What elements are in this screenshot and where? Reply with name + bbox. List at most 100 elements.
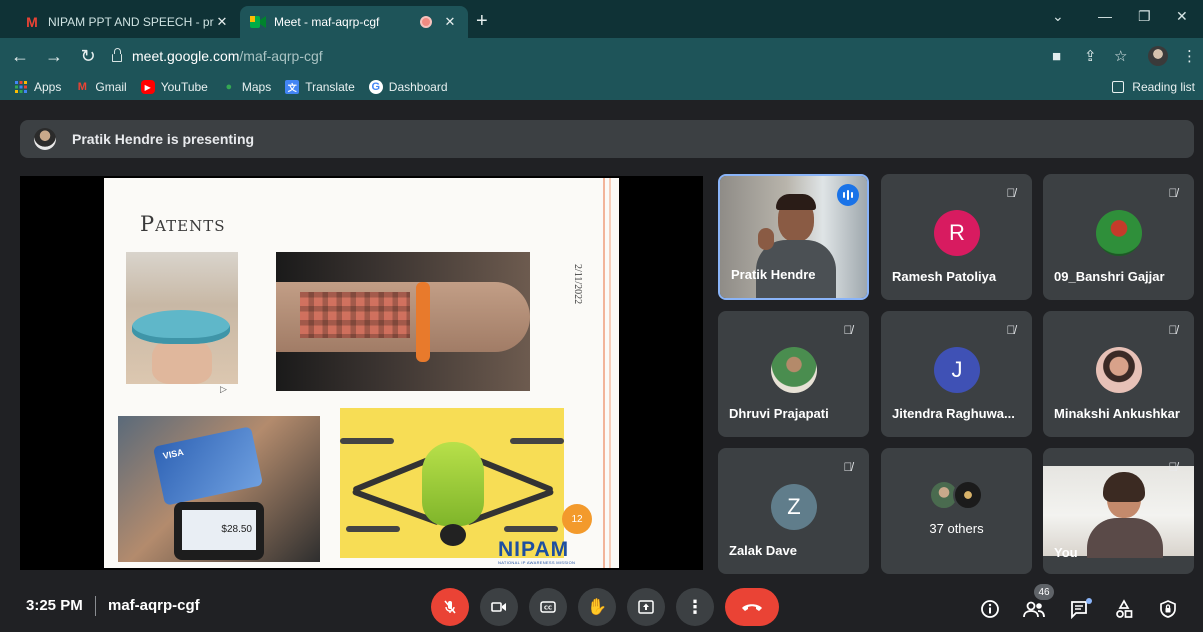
share-icon[interactable]: ⇪	[1084, 38, 1097, 74]
participant-tile-pratik[interactable]: Pratik Hendre	[718, 174, 869, 300]
bookmark-label: Dashboard	[388, 80, 448, 94]
bookmark-label: Gmail	[95, 80, 127, 94]
bookmark-gmail[interactable]: M Gmail	[75, 80, 127, 94]
mic-off-icon: 🎙̸	[1168, 323, 1178, 337]
leave-call-button[interactable]	[725, 588, 779, 626]
nipam-logo: NIPAM	[498, 538, 570, 561]
bookmark-apps[interactable]: Apps	[14, 80, 61, 94]
camera-in-use-icon[interactable]: ■	[1052, 38, 1061, 74]
bookmark-label: Apps	[34, 80, 62, 94]
activities-shapes-icon	[1116, 599, 1133, 618]
drone-propeller	[346, 526, 400, 532]
bookmark-translate[interactable]: 文 Translate	[285, 80, 355, 94]
more-options-button[interactable]: ⋮	[676, 588, 714, 626]
raise-hand-button[interactable]: ✋	[578, 588, 616, 626]
slide-number: 12	[562, 504, 592, 534]
mouse-cursor-icon: ▷	[220, 384, 227, 394]
drone-body	[422, 442, 484, 526]
bookmark-label: Translate	[305, 80, 355, 94]
present-now-button[interactable]	[627, 588, 665, 626]
reading-list-icon	[1112, 81, 1125, 93]
apps-grid-icon	[14, 80, 28, 94]
credit-card: VISA	[152, 426, 264, 506]
gmail-favicon-icon: M	[26, 14, 38, 30]
tab-close-icon[interactable]: ✕	[442, 14, 458, 30]
camera-toggle-button[interactable]	[480, 588, 518, 626]
google-icon: G	[368, 80, 383, 94]
address-bar[interactable]: meet.google.com /maf-aqrp-cgf	[104, 42, 1034, 70]
participant-tile-zalak[interactable]: 🎙̸ Z Zalak Dave	[718, 448, 869, 574]
participant-tile-banshri[interactable]: 🎙̸ 09_Banshri Gajjar	[1043, 174, 1194, 300]
slide-image-wrist-display	[276, 252, 530, 391]
bookmark-dashboard[interactable]: G Dashboard	[368, 80, 448, 94]
svg-text:CC: CC	[544, 606, 552, 612]
participant-avatar	[953, 480, 983, 510]
host-controls-button[interactable]	[1155, 596, 1181, 622]
mic-off-icon: 🎙̸	[1168, 186, 1178, 200]
minimize-icon[interactable]: —	[1098, 8, 1112, 24]
url-host: meet.google.com	[132, 48, 240, 64]
slide-border	[603, 178, 605, 568]
slide-border	[609, 178, 611, 568]
presentation-slide: Patents 2/11/2022 ▷ VISA $28.50 12 NIPAM…	[104, 178, 619, 568]
smartphone: $28.50	[174, 502, 264, 560]
restore-icon[interactable]: ❐	[1138, 8, 1151, 25]
participant-tile-jitendra[interactable]: 🎙̸ J Jitendra Raghuwa...	[881, 311, 1032, 437]
captions-button[interactable]: CC	[529, 588, 567, 626]
bookmark-star-icon[interactable]: ☆	[1114, 38, 1127, 74]
participant-avatar	[1096, 210, 1142, 256]
profile-avatar[interactable]	[1148, 38, 1168, 74]
speaking-indicator-icon	[837, 184, 859, 206]
participant-tile-ramesh[interactable]: 🎙̸ R Ramesh Patoliya	[881, 174, 1032, 300]
participant-name: 09_Banshri Gajjar	[1054, 269, 1165, 284]
participant-tile-others[interactable]: 37 others	[881, 448, 1032, 574]
slide-image-card-reader: VISA $28.50	[118, 416, 320, 562]
unread-chat-indicator	[1086, 598, 1092, 604]
present-screen-icon	[638, 600, 654, 614]
activities-button[interactable]	[1111, 596, 1137, 622]
participant-name: Pratik Hendre	[731, 267, 816, 282]
gmail-icon: M	[77, 81, 87, 93]
slide-image-drone	[340, 408, 564, 558]
browser-tab-meet[interactable]: Meet - maf-aqrp-cgf ✕	[240, 6, 468, 38]
forward-arrow-icon[interactable]: →	[40, 46, 68, 67]
new-tab-button[interactable]: +	[476, 10, 488, 33]
presenting-text: Pratik Hendre is presenting	[72, 131, 255, 147]
projected-app-grid	[300, 292, 410, 338]
tab-title: Meet - maf-aqrp-cgf	[274, 15, 380, 29]
lock-icon	[112, 48, 122, 62]
reload-icon[interactable]: ↻	[74, 46, 102, 67]
microphone-toggle-button[interactable]	[431, 588, 469, 626]
tab-search-chevron-icon[interactable]: ⌄	[1052, 8, 1064, 25]
browser-tab-nipam[interactable]: M NIPAM PPT AND SPEECH - prach ✕	[14, 6, 240, 38]
shared-screen[interactable]: Patents 2/11/2022 ▷ VISA $28.50 12 NIPAM…	[20, 176, 703, 570]
browser-toolbar: ← → ↻ meet.google.com /maf-aqrp-cgf ■ ⇪ …	[0, 38, 1203, 74]
youtube-icon: ▶	[140, 80, 155, 94]
back-arrow-icon[interactable]: ←	[6, 46, 34, 67]
mic-off-icon: 🎙̸	[843, 323, 853, 337]
tab-title: NIPAM PPT AND SPEECH - prach	[48, 15, 214, 29]
participant-avatar: R	[934, 210, 980, 256]
meeting-time: 3:25 PM	[26, 597, 83, 614]
reading-list-button[interactable]: Reading list	[1112, 74, 1195, 100]
raise-hand-icon: ✋	[587, 599, 607, 616]
bookmark-maps[interactable]: ● Maps	[222, 80, 272, 94]
participant-name: Zalak Dave	[729, 543, 797, 558]
participant-tile-minakshi[interactable]: 🎙̸ Minakshi Ankushkar	[1043, 311, 1194, 437]
others-count: 37 others	[929, 521, 984, 536]
slide-image-bath-cap	[126, 252, 238, 384]
tab-close-icon[interactable]: ✕	[214, 14, 230, 30]
chrome-menu-icon[interactable]: ⋮	[1182, 38, 1197, 74]
bookmark-youtube[interactable]: ▶ YouTube	[140, 80, 208, 94]
meeting-code: maf-aqrp-cgf	[108, 597, 200, 614]
presenter-avatar	[34, 128, 56, 150]
meeting-details-button[interactable]	[977, 596, 1003, 622]
phone-amount: $28.50	[182, 510, 256, 550]
close-window-icon[interactable]: ✕	[1176, 8, 1188, 25]
participant-tile-dhruvi[interactable]: 🎙̸ Dhruvi Prajapati	[718, 311, 869, 437]
mic-off-icon: 🎙̸	[1006, 323, 1016, 337]
drone-propeller	[510, 438, 564, 444]
closed-captions-icon: CC	[540, 601, 556, 613]
mic-off-icon: 🎙̸	[1168, 460, 1178, 474]
participant-tile-you[interactable]: 🎙̸ You	[1043, 448, 1194, 574]
